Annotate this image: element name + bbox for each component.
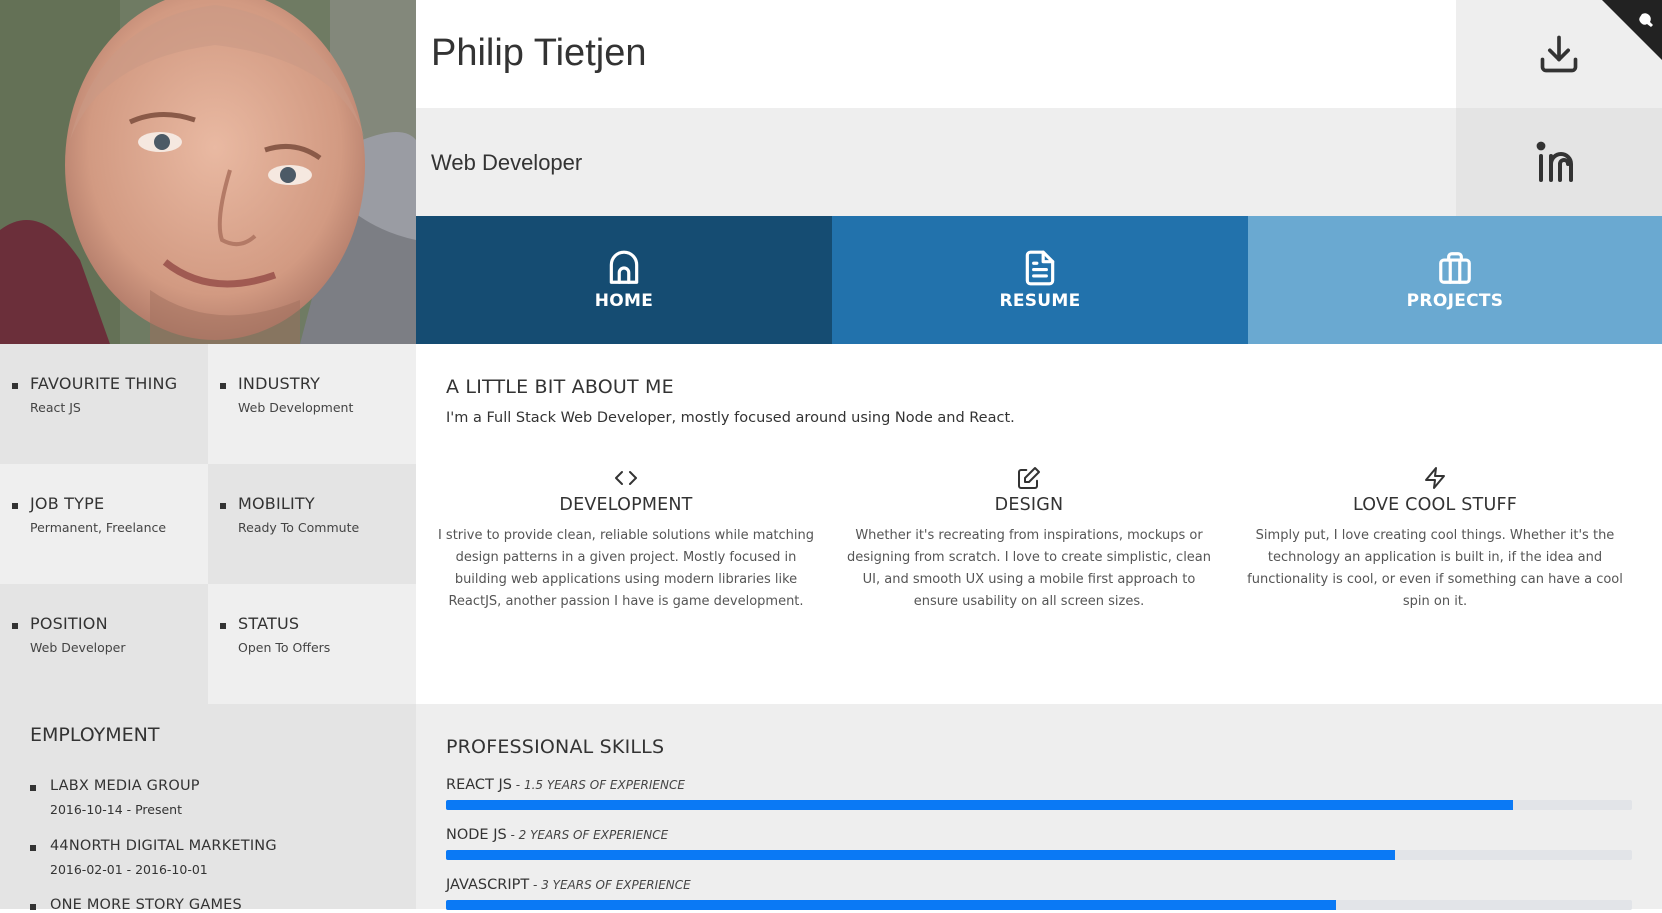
github-corner-icon[interactable]: [1602, 0, 1662, 60]
info-mobility: MOBILITY Ready To Commute: [208, 464, 416, 584]
info-label: MOBILITY: [238, 494, 315, 513]
skills-title: PROFESSIONAL SKILLS: [446, 736, 665, 758]
feature-text: Simply put, I love creating cool things.…: [1247, 528, 1623, 609]
tab-home[interactable]: HOME: [416, 216, 832, 344]
employment-item: LABX MEDIA GROUP 2016-10-14 - Present: [30, 778, 200, 817]
skill-experience: 2 YEARS OF EXPERIENCE: [518, 828, 669, 842]
employment-dates: 2016-02-01 - 2016-10-01: [50, 862, 208, 877]
bullet-icon: [12, 383, 18, 389]
skill-name: JAVASCRIPT: [446, 877, 530, 893]
linkedin-button[interactable]: [1456, 108, 1662, 216]
info-grid: FAVOURITE THING React JS INDUSTRY Web De…: [0, 344, 416, 704]
info-label: INDUSTRY: [238, 374, 321, 393]
employment-company: LABX MEDIA GROUP: [50, 778, 200, 794]
profile-photo: [0, 0, 416, 344]
download-icon: [1540, 35, 1578, 73]
lightning-icon: [1425, 467, 1445, 489]
skill-bar-fill: [446, 800, 1514, 810]
info-status: STATUS Open To Offers: [208, 584, 416, 704]
skill-experience: 1.5 YEARS OF EXPERIENCE: [523, 778, 685, 792]
document-icon: [1025, 250, 1055, 286]
feature-title: DESIGN: [994, 495, 1064, 515]
tab-projects[interactable]: PROJECTS: [1248, 216, 1662, 344]
employment-item: 44NORTH DIGITAL MARKETING 2016-02-01 - 2…: [30, 838, 277, 877]
about-title: A LITTLE BIT ABOUT ME: [446, 376, 674, 398]
bullet-icon: [220, 503, 226, 509]
feature-design: DESIGN Whether it's recreating from insp…: [839, 466, 1219, 613]
about-intro: I'm a Full Stack Web Developer, mostly f…: [446, 410, 1015, 426]
tab-label: PROJECTS: [1406, 291, 1504, 311]
skill-item: NODE JS - 2 YEARS OF EXPERIENCE: [446, 824, 1632, 860]
employment-item: ONE MORE STORY GAMES: [30, 897, 242, 913]
employment-dates: 2016-10-14 - Present: [50, 802, 183, 817]
feature-text: Whether it's recreating from inspiration…: [846, 528, 1212, 609]
info-job-type: JOB TYPE Permanent, Freelance: [0, 464, 208, 584]
info-industry: INDUSTRY Web Development: [208, 344, 416, 464]
skill-item: REACT JS - 1.5 YEARS OF EXPERIENCE: [446, 774, 1632, 810]
skill-bar-track: [446, 850, 1632, 860]
tab-resume[interactable]: RESUME: [832, 216, 1248, 344]
about-section: A LITTLE BIT ABOUT ME I'm a Full Stack W…: [416, 344, 1662, 704]
feature-love-cool-stuff: LOVE COOL STUFF Simply put, I love creat…: [1245, 466, 1625, 613]
edit-icon: [1018, 467, 1040, 489]
info-value: Permanent, Freelance: [30, 520, 167, 535]
employment-company: 44NORTH DIGITAL MARKETING: [50, 838, 277, 854]
info-value: Web Developer: [30, 640, 126, 655]
skill-name: REACT JS: [446, 777, 512, 793]
bullet-icon: [30, 904, 36, 910]
info-value: Open To Offers: [238, 640, 331, 655]
bullet-icon: [30, 785, 36, 791]
skill-experience: 3 YEARS OF EXPERIENCE: [541, 878, 691, 892]
bullet-icon: [12, 503, 18, 509]
feature-title: LOVE COOL STUFF: [1352, 495, 1517, 515]
bullet-icon: [12, 623, 18, 629]
home-icon: [609, 250, 639, 284]
bullet-icon: [220, 383, 226, 389]
employment-company: ONE MORE STORY GAMES: [50, 897, 242, 913]
name-header: Philip Tietjen: [416, 0, 1456, 108]
tab-label: HOME: [594, 291, 654, 311]
info-label: POSITION: [30, 614, 108, 633]
info-value: Web Development: [238, 400, 354, 415]
profile-role: Web Developer: [431, 150, 583, 175]
skill-bar-track: [446, 800, 1632, 810]
info-label: STATUS: [238, 614, 300, 633]
profile-name: Philip Tietjen: [431, 32, 647, 74]
employment-section: EMPLOYMENT LABX MEDIA GROUP 2016-10-14 -…: [0, 704, 416, 913]
linkedin-icon: [1536, 141, 1573, 182]
skills-section: PROFESSIONAL SKILLS REACT JS - 1.5 YEARS…: [416, 704, 1662, 910]
info-value: Ready To Commute: [238, 520, 360, 535]
skill-bar-fill: [446, 850, 1395, 860]
info-favourite-thing: FAVOURITE THING React JS: [0, 344, 208, 464]
skill-name: NODE JS: [446, 827, 507, 843]
bullet-icon: [30, 845, 36, 851]
code-icon: [615, 471, 637, 485]
briefcase-icon: [1439, 252, 1471, 284]
employment-title: EMPLOYMENT: [30, 724, 160, 746]
info-value: React JS: [30, 400, 81, 415]
tab-label: RESUME: [999, 291, 1081, 311]
role-header: Web Developer: [416, 108, 1456, 216]
info-label: FAVOURITE THING: [30, 374, 178, 393]
skill-item: JAVASCRIPT - 3 YEARS OF EXPERIENCE: [446, 874, 1632, 910]
feature-title: DEVELOPMENT: [559, 495, 693, 515]
feature-development: DEVELOPMENT I strive to provide clean, r…: [436, 466, 816, 613]
bullet-icon: [220, 623, 226, 629]
info-position: POSITION Web Developer: [0, 584, 208, 704]
info-label: JOB TYPE: [30, 494, 105, 513]
feature-text: I strive to provide clean, reliable solu…: [437, 528, 815, 609]
